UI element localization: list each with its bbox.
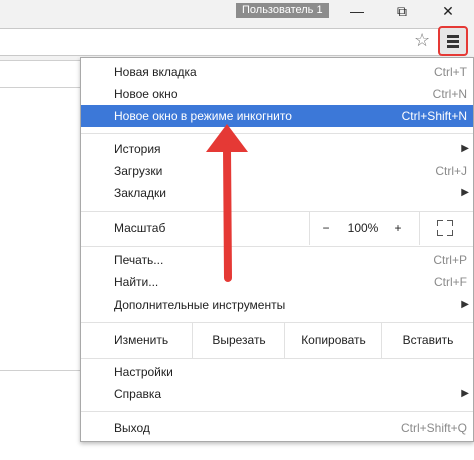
annotation-arrow-shaft: [223, 144, 232, 282]
annotation-arrow: [206, 124, 248, 282]
